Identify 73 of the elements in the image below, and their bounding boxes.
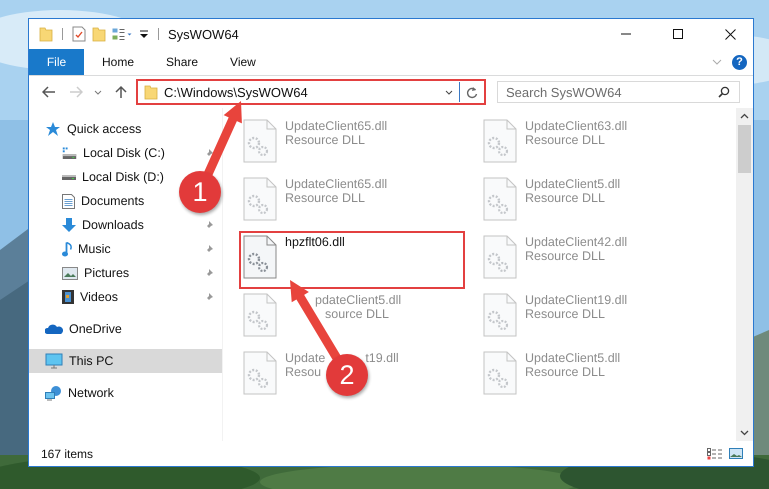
- close-icon: [724, 28, 736, 40]
- nav-item[interactable]: This PC: [29, 349, 222, 373]
- film-icon: [62, 290, 74, 304]
- drive-icon: [62, 147, 77, 159]
- refresh-icon[interactable]: [466, 86, 478, 98]
- address-path: C:\Windows\SysWOW64: [164, 84, 308, 100]
- nav-item[interactable]: Pictures: [29, 261, 138, 285]
- nav-item[interactable]: Music: [29, 237, 119, 261]
- dll-file-icon[interactable]: [243, 293, 277, 337]
- file-type: Resource DLL: [525, 249, 605, 263]
- nav-item[interactable]: Downloads: [29, 213, 152, 237]
- search-field[interactable]: Search SysWOW64: [497, 81, 740, 103]
- file-type: source DLL: [325, 307, 389, 321]
- maximize-icon: [673, 29, 683, 39]
- nav-item[interactable]: Videos: [29, 285, 126, 309]
- ribbon-tab[interactable]: View: [216, 49, 270, 75]
- view-icon[interactable]: [112, 28, 133, 40]
- address-bar[interactable]: C:\Windows\SysWOW64: [136, 79, 486, 105]
- download-icon: [62, 218, 76, 232]
- file-name[interactable]: hpzflt06.dll: [285, 235, 345, 249]
- chevron-down-icon[interactable]: [94, 90, 102, 94]
- dll-file-icon[interactable]: [483, 235, 517, 279]
- chevron-down-icon[interactable]: [445, 90, 453, 94]
- up-arrow-icon[interactable]: [115, 85, 127, 99]
- document-icon: [62, 194, 75, 208]
- file-type: Resource DLL: [525, 365, 605, 379]
- dll-file-icon[interactable]: [483, 177, 517, 221]
- large-icons-view-icon[interactable]: [729, 448, 743, 459]
- dll-file-icon[interactable]: [243, 351, 277, 395]
- dll-file-icon[interactable]: [243, 177, 277, 221]
- network-icon: [45, 386, 62, 400]
- landscape-icon: [62, 266, 78, 280]
- dll-file-icon[interactable]: [483, 293, 517, 337]
- window-title: SysWOW64: [168, 26, 239, 42]
- details-view-icon[interactable]: [707, 448, 723, 460]
- file-type: Resource DLL: [525, 133, 605, 147]
- file-type: Resource DLL: [525, 191, 605, 205]
- minimize-icon: [621, 33, 631, 35]
- search-icon: [718, 86, 730, 98]
- monitor-icon: [45, 353, 63, 369]
- nav-item[interactable]: Documents: [29, 189, 152, 213]
- file-tab[interactable]: File: [29, 49, 84, 75]
- file-type: Resource DLL: [285, 133, 365, 147]
- help-button[interactable]: ?: [732, 54, 747, 70]
- forward-icon[interactable]: [69, 86, 83, 98]
- new-folder-icon[interactable]: [92, 26, 106, 42]
- ribbon-tab[interactable]: Share: [152, 49, 212, 75]
- properties-icon[interactable]: [72, 26, 86, 42]
- dll-file-icon[interactable]: [243, 119, 277, 163]
- folder-icon[interactable]: [39, 26, 53, 42]
- scrollbar-thumb[interactable]: [738, 125, 751, 173]
- nav-item[interactable]: OneDrive: [29, 317, 130, 341]
- nav-item[interactable]: Local Disk (D:): [29, 165, 172, 189]
- file-type: Resource DLL: [525, 307, 605, 321]
- cloud-icon: [45, 323, 63, 335]
- back-icon[interactable]: [42, 86, 56, 98]
- dll-file-icon[interactable]: [243, 235, 277, 279]
- dll-file-icon[interactable]: [483, 119, 517, 163]
- music-note-icon: [62, 242, 72, 256]
- ribbon-tab[interactable]: Home: [88, 49, 148, 75]
- scroll-up-icon[interactable]: [740, 113, 749, 119]
- scroll-down-icon[interactable]: [740, 430, 749, 436]
- nav-item[interactable]: Local Disk (C:): [29, 141, 173, 165]
- folder-icon: [144, 84, 158, 100]
- nav-item[interactable]: Network: [29, 381, 122, 405]
- dropdown-icon[interactable]: [139, 30, 149, 38]
- file-type: Resource DLL: [285, 191, 365, 205]
- nav-item[interactable]: Quick access: [29, 117, 150, 141]
- item-count: 167 items: [41, 446, 94, 460]
- drive-icon: [62, 174, 76, 180]
- star-icon: [45, 122, 61, 136]
- file-type: Resou: [285, 365, 322, 379]
- dll-file-icon[interactable]: [483, 351, 517, 395]
